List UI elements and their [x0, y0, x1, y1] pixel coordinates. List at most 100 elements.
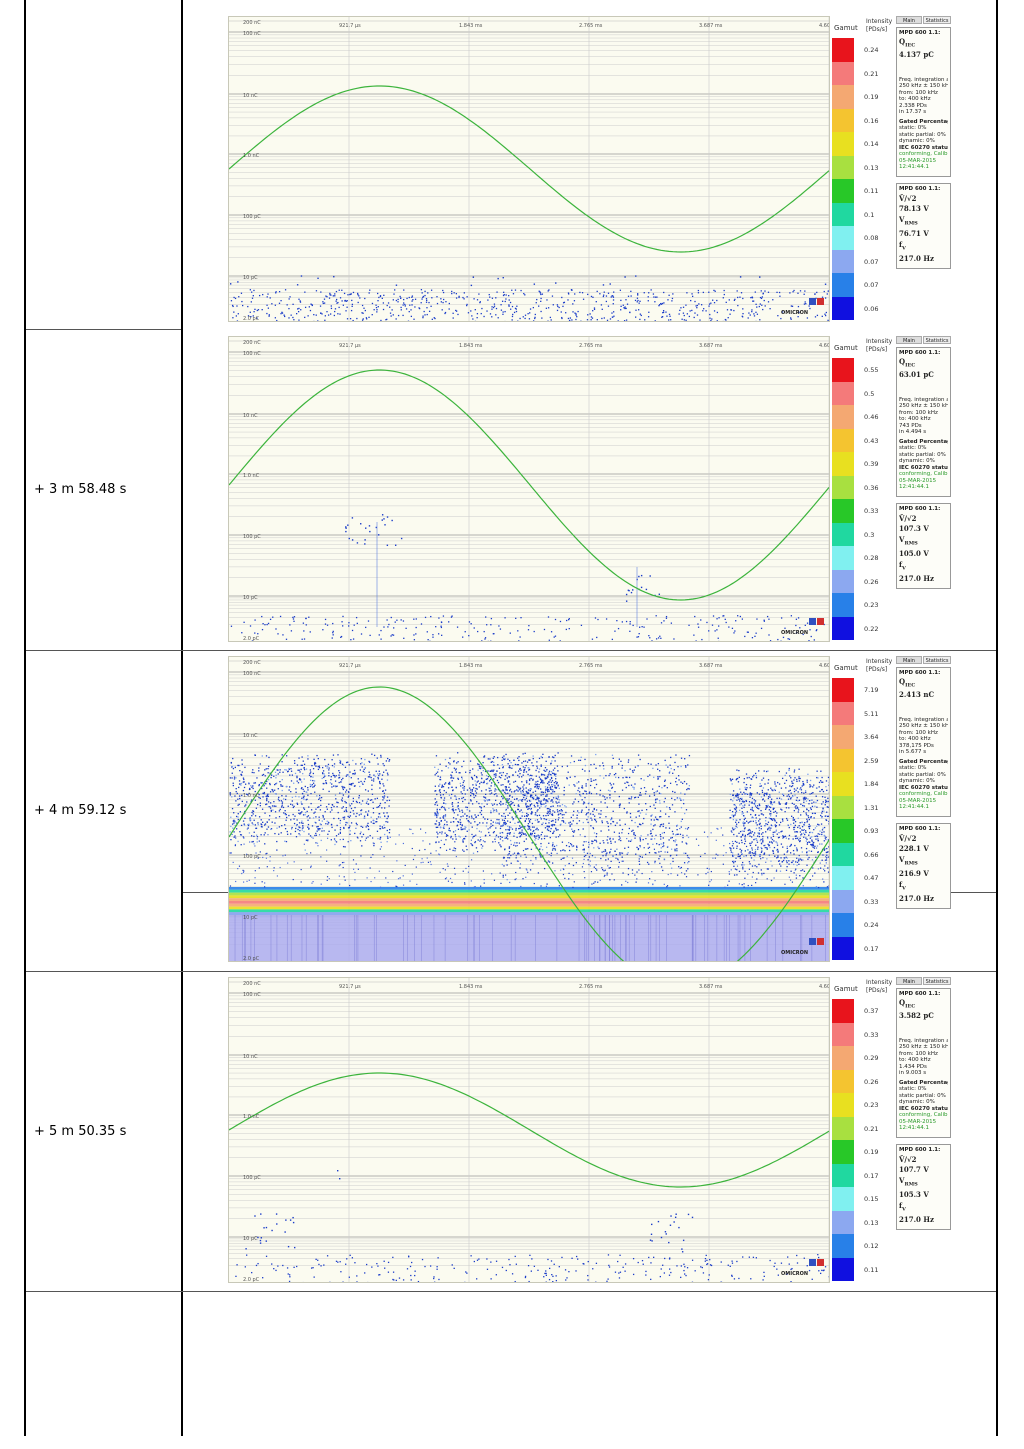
- pd-dot: [612, 757, 614, 760]
- pd-dot: [594, 856, 596, 859]
- pd-dot: [678, 866, 680, 868]
- y-tick-label: 100 nC: [243, 31, 261, 37]
- pd-dot: [356, 542, 359, 544]
- pd-dot: [491, 306, 493, 308]
- freq-label: fV: [899, 559, 948, 574]
- pd-dot: [443, 825, 445, 827]
- charge-label: QIEC: [899, 357, 948, 370]
- pd-dot: [790, 785, 793, 788]
- pd-dot: [733, 862, 735, 864]
- pd-dot: [464, 793, 466, 795]
- pd-dot: [233, 778, 236, 780]
- pd-dot: [464, 798, 466, 801]
- pd-dot: [465, 806, 467, 808]
- pd-dot: [334, 843, 336, 846]
- pd-dot: [288, 298, 290, 300]
- pd-dot: [580, 811, 583, 813]
- pd-dot: [743, 843, 746, 845]
- pd-dot: [571, 845, 573, 848]
- pd-dot: [305, 624, 307, 626]
- pd-dot: [441, 309, 443, 311]
- pd-dot: [793, 810, 796, 812]
- pd-dot: [531, 774, 533, 777]
- gamut-color-block: [832, 428, 854, 452]
- pd-dot: [500, 800, 502, 803]
- pd-dot: [639, 318, 641, 321]
- pd-dot: [494, 785, 496, 787]
- pd-dot: [761, 779, 763, 781]
- prpd-plot[interactable]: 921.7 µs 1.843 ms 2.765 ms 3.687 ms 4.60 200 …: [228, 656, 830, 962]
- pd-dot: [558, 787, 560, 790]
- pd-dot: [455, 310, 458, 312]
- pd-dot: [320, 839, 322, 842]
- pd-dot: [553, 824, 556, 826]
- pd-dot: [613, 315, 615, 317]
- tab-main[interactable]: Main: [896, 16, 922, 24]
- pd-dot: [377, 763, 379, 765]
- pd-dot: [762, 838, 764, 840]
- pd-dot: [348, 625, 350, 627]
- pd-dot: [480, 843, 482, 846]
- pd-dot: [533, 283, 536, 285]
- pd-dot: [413, 639, 416, 641]
- pd-dot: [380, 754, 382, 757]
- tab-statistics[interactable]: Statistics: [923, 16, 951, 24]
- pd-dot: [809, 807, 812, 809]
- pd-dot: [285, 785, 287, 788]
- prpd-plot[interactable]: 921.7 µs 1.843 ms 2.765 ms 3.687 ms 4.60 200 …: [228, 16, 830, 322]
- pd-dot: [755, 844, 757, 846]
- prpd-svg: 921.7 µs 1.843 ms 2.765 ms 3.687 ms 4.60200 …: [229, 17, 829, 321]
- pd-dot: [524, 833, 526, 835]
- pd-dot: [621, 789, 624, 791]
- pd-dot: [333, 805, 335, 808]
- pd-dot: [497, 836, 500, 838]
- pd-dot: [634, 299, 637, 302]
- pd-dot: [236, 792, 238, 795]
- y-tick-label: 10 nC: [243, 93, 258, 99]
- prpd-plot[interactable]: 921.7 µs 1.843 ms 2.765 ms 3.687 ms 4.60 200 …: [228, 336, 830, 642]
- pd-dot: [618, 852, 621, 854]
- pd-dot: [400, 537, 403, 540]
- pd-dot: [537, 780, 539, 782]
- pd-dot: [343, 810, 346, 812]
- pd-dot: [511, 796, 514, 798]
- pd-dot: [513, 311, 516, 314]
- pd-dot: [557, 805, 559, 807]
- pd-dot: [799, 290, 802, 292]
- charge-box: MPD 600 1.1: QIEC 63.01 pC Freq. integratio…: [896, 347, 951, 497]
- pd-dot: [752, 871, 754, 874]
- pd-dot: [358, 797, 360, 799]
- pd-dot: [495, 822, 497, 825]
- pd-dot: [702, 310, 704, 312]
- pd-dot: [445, 782, 447, 784]
- pd-dot: [370, 821, 372, 823]
- pd-dot: [378, 774, 380, 777]
- pd-dot: [461, 778, 463, 780]
- tab-statistics[interactable]: Statistics: [923, 336, 951, 344]
- pd-dot: [572, 814, 574, 816]
- pd-dot: [814, 812, 816, 815]
- pd-dot: [474, 780, 476, 782]
- pd-dot: [596, 319, 598, 321]
- pd-dot: [237, 813, 239, 815]
- pd-dot: [337, 833, 340, 835]
- pd-dot: [739, 788, 741, 790]
- pd-dot: [263, 791, 266, 794]
- voltage-sine-curve: [229, 369, 829, 601]
- pd-dot: [522, 316, 524, 318]
- pd-dot: [347, 774, 349, 776]
- gamut-color-block: [832, 179, 854, 203]
- pd-dot: [503, 819, 506, 822]
- pd-dot: [442, 786, 445, 788]
- pd-dot: [824, 804, 826, 806]
- pd-dot: [508, 786, 510, 788]
- pd-dot: [568, 849, 571, 852]
- tab-main[interactable]: Main: [896, 336, 922, 344]
- pd-dot: [315, 314, 317, 316]
- pd-dot: [598, 813, 600, 815]
- pd-dot: [585, 806, 588, 808]
- pd-dot: [364, 766, 366, 769]
- pd-dot: [768, 809, 770, 811]
- pd-dot: [315, 290, 318, 292]
- pd-dot: [594, 787, 596, 789]
